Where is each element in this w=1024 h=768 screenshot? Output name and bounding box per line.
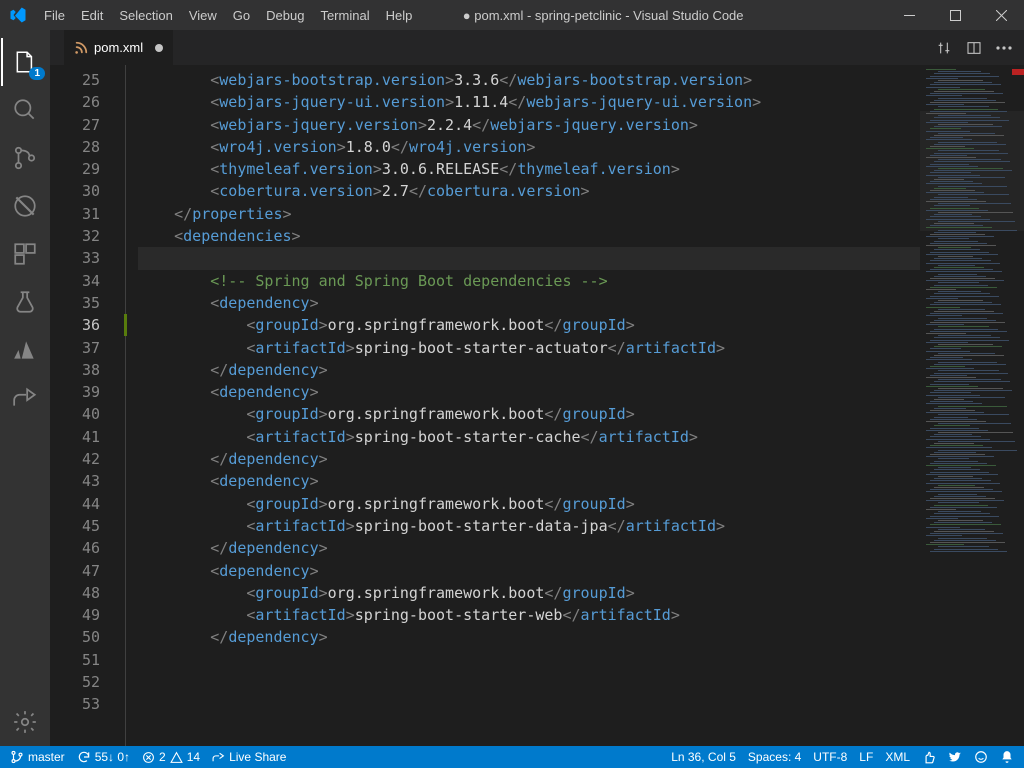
test-icon[interactable]: [1, 278, 49, 326]
search-icon[interactable]: [1, 86, 49, 134]
code-content[interactable]: <webjars-bootstrap.version>3.3.6</webjar…: [132, 65, 920, 746]
settings-gear-icon[interactable]: [1, 698, 49, 746]
menu-edit[interactable]: Edit: [73, 8, 111, 23]
window-title: ● pom.xml - spring-petclinic - Visual St…: [420, 8, 886, 23]
xml-file-icon: [74, 41, 88, 55]
tab-pom-xml[interactable]: pom.xml: [64, 30, 173, 65]
explorer-icon[interactable]: 1: [1, 38, 49, 86]
status-cursor-position[interactable]: Ln 36, Col 5: [665, 750, 742, 764]
line-number-gutter: 2526272829303132333435363738394041424344…: [50, 65, 118, 746]
status-smiley-icon[interactable]: [968, 750, 994, 764]
editor-group: pom.xml 25262728293031323334353637383940…: [50, 30, 1024, 746]
menu-selection[interactable]: Selection: [111, 8, 180, 23]
explorer-badge: 1: [29, 67, 45, 80]
code-editor[interactable]: 2526272829303132333435363738394041424344…: [50, 65, 1024, 746]
maximize-button[interactable]: [932, 0, 978, 30]
menu-terminal[interactable]: Terminal: [312, 8, 377, 23]
extensions-icon[interactable]: [1, 230, 49, 278]
tab-bar: pom.xml: [50, 30, 1024, 65]
status-live-share[interactable]: Live Share: [206, 750, 292, 764]
minimap[interactable]: [920, 65, 1024, 746]
menubar: FileEditSelectionViewGoDebugTerminalHelp: [36, 8, 420, 23]
source-control-icon[interactable]: [1, 134, 49, 182]
debug-icon[interactable]: [1, 182, 49, 230]
dirty-indicator-icon: [155, 44, 163, 52]
tab-label: pom.xml: [94, 40, 143, 55]
status-bell-icon[interactable]: [994, 750, 1020, 764]
minimize-button[interactable]: [886, 0, 932, 30]
fold-strip: [118, 65, 132, 746]
menu-file[interactable]: File: [36, 8, 73, 23]
status-sync[interactable]: 55↓ 0↑: [71, 750, 136, 764]
live-share-icon[interactable]: [1, 374, 49, 422]
vscode-logo-icon: [0, 6, 36, 24]
menu-go[interactable]: Go: [225, 8, 258, 23]
split-editor-icon[interactable]: [966, 40, 982, 56]
menu-debug[interactable]: Debug: [258, 8, 312, 23]
status-feedback-icon[interactable]: [916, 750, 942, 764]
menu-view[interactable]: View: [181, 8, 225, 23]
status-eol[interactable]: LF: [853, 750, 879, 764]
status-encoding[interactable]: UTF-8: [807, 750, 853, 764]
status-bar: master 55↓ 0↑ 2 14 Live Share Ln 36, Col…: [0, 746, 1024, 768]
azure-icon[interactable]: [1, 326, 49, 374]
error-marker-icon[interactable]: [1012, 69, 1024, 75]
status-indentation[interactable]: Spaces: 4: [742, 750, 807, 764]
compare-changes-icon[interactable]: [936, 40, 952, 56]
activity-bar: 1: [0, 30, 50, 746]
overview-ruler[interactable]: [1010, 65, 1024, 746]
status-tweet-icon[interactable]: [942, 750, 968, 764]
titlebar: FileEditSelectionViewGoDebugTerminalHelp…: [0, 0, 1024, 30]
menu-help[interactable]: Help: [378, 8, 421, 23]
status-problems[interactable]: 2 14: [136, 750, 206, 764]
status-branch[interactable]: master: [4, 750, 71, 764]
close-button[interactable]: [978, 0, 1024, 30]
status-language[interactable]: XML: [879, 750, 916, 764]
more-actions-icon[interactable]: [996, 46, 1012, 50]
